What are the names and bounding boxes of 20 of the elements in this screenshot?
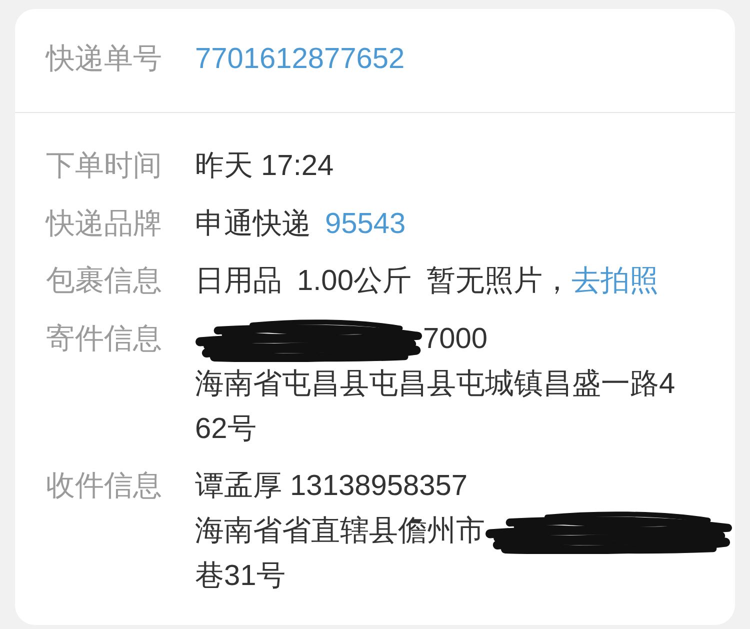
address-line: 谭孟厚 13138958357 bbox=[195, 469, 468, 504]
field-label: 寄件信息 bbox=[46, 322, 163, 356]
take-photo-link[interactable]: 去拍照 bbox=[571, 259, 658, 304]
phone-link[interactable]: 95543 bbox=[325, 202, 406, 246]
field-label: 下单时间 bbox=[46, 149, 163, 184]
field-label: 快递品牌 bbox=[46, 206, 163, 242]
address-line: 海南省省直辖县儋州市 bbox=[195, 514, 485, 549]
field-value: 昨天 17:24 bbox=[195, 149, 334, 184]
package-detail: 日用品 bbox=[195, 264, 282, 299]
address-line: 62号 bbox=[195, 412, 256, 446]
brand-name: 申通快递 bbox=[195, 206, 311, 242]
package-detail: 1.00公斤 bbox=[297, 264, 412, 299]
address-line: 巷31号 bbox=[195, 559, 286, 594]
tracking-number-link[interactable]: 7701612877652 bbox=[195, 37, 405, 82]
address-line: 7000 bbox=[423, 322, 488, 356]
field-label: 收件信息 bbox=[46, 469, 163, 504]
package-detail: 暂无照片， bbox=[426, 264, 572, 299]
field-label: 包裹信息 bbox=[46, 264, 163, 299]
address-line: 海南省屯昌县屯昌县屯城镇昌盛一路4 bbox=[195, 366, 676, 402]
field-label: 快递单号 bbox=[46, 42, 163, 77]
